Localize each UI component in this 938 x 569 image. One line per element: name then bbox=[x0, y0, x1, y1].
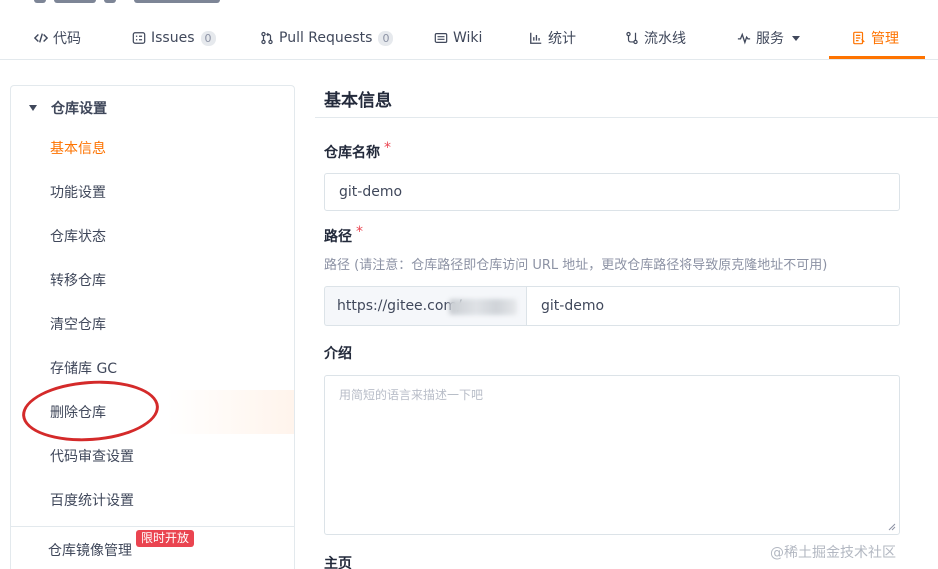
repo-name-input[interactable]: git-demo bbox=[324, 173, 900, 211]
sidebar-item-label: 存储库 GC bbox=[50, 361, 118, 377]
service-icon bbox=[736, 30, 752, 46]
sidebar-item-label: 仓库镜像管理 bbox=[48, 543, 132, 559]
sidebar-item-storage-gc[interactable]: 存储库 GC bbox=[11, 346, 294, 390]
sidebar-item-clear-repo[interactable]: 清空仓库 bbox=[11, 302, 294, 346]
repo-name-value: git-demo bbox=[339, 184, 403, 200]
tab-label: Issues bbox=[151, 30, 195, 46]
tab-label: Wiki bbox=[453, 30, 483, 46]
limited-open-badge: 限时开放 bbox=[136, 530, 195, 547]
tab-label: 流水线 bbox=[644, 31, 686, 47]
intro-textarea[interactable]: 用简短的语言来描述一下吧 bbox=[324, 375, 900, 535]
path-input[interactable]: git-demo bbox=[526, 286, 900, 326]
settings-sidebar: 仓库设置 基本信息 功能设置 仓库状态 转移仓库 清空仓库 存储库 GC 删除仓… bbox=[10, 85, 295, 569]
resize-grip-icon[interactable] bbox=[888, 523, 896, 531]
pipeline-icon bbox=[624, 30, 640, 46]
intro-label: 介绍 bbox=[324, 343, 352, 363]
sidebar-item-label: 转移仓库 bbox=[50, 273, 106, 289]
path-label: 路径 * bbox=[324, 224, 363, 246]
sidebar-group-repo-settings[interactable]: 仓库设置 bbox=[29, 98, 107, 118]
homepage-label-text: 主页 bbox=[324, 556, 352, 569]
title-divider bbox=[315, 117, 938, 118]
tab-service[interactable]: 服务 bbox=[736, 26, 800, 50]
repo-tab-bar: 代码 Issues 0 Pull Requests 0 Wiki 统计 流水线 bbox=[0, 0, 938, 60]
page-title: 基本信息 bbox=[324, 91, 392, 111]
path-prefix-text: https://gitee.com/ bbox=[337, 298, 462, 314]
repo-name-label: 仓库名称 * bbox=[324, 140, 391, 162]
watermark: @稀土掘金技术社区 bbox=[770, 545, 896, 561]
sidebar-item-feature-settings[interactable]: 功能设置 bbox=[11, 170, 294, 214]
active-tab-indicator bbox=[829, 56, 925, 59]
stats-icon bbox=[528, 30, 544, 46]
tab-label: Pull Requests bbox=[279, 30, 373, 46]
caret-down-icon bbox=[29, 105, 37, 111]
path-hint: 路径 (请注意：仓库路径即仓库访问 URL 地址，更改仓库路径将导致原克隆地址不… bbox=[324, 258, 828, 273]
tab-label: 统计 bbox=[548, 31, 576, 47]
tab-issues[interactable]: Issues 0 bbox=[131, 26, 216, 50]
pull-request-icon bbox=[259, 30, 275, 46]
intro-placeholder: 用简短的语言来描述一下吧 bbox=[339, 388, 484, 402]
path-label-text: 路径 bbox=[324, 229, 352, 245]
path-value: git-demo bbox=[541, 298, 605, 314]
tab-manage[interactable]: 管理 bbox=[851, 26, 899, 50]
sidebar-item-mirror-management[interactable]: 仓库镜像管理 bbox=[48, 538, 132, 562]
issues-icon bbox=[131, 30, 147, 46]
required-marker: * bbox=[356, 224, 363, 240]
intro-label-text: 介绍 bbox=[324, 346, 352, 362]
issues-count-badge: 0 bbox=[200, 30, 216, 46]
pull-requests-count-badge: 0 bbox=[378, 30, 394, 46]
sidebar-item-label: 清空仓库 bbox=[50, 317, 106, 333]
code-icon bbox=[33, 30, 49, 46]
tab-wiki[interactable]: Wiki bbox=[433, 26, 482, 50]
tab-code[interactable]: 代码 bbox=[33, 26, 81, 50]
wiki-icon bbox=[433, 30, 449, 46]
clipped-header-remnant bbox=[0, 0, 938, 8]
redacted-username bbox=[449, 299, 517, 315]
sidebar-item-label: 代码审查设置 bbox=[50, 449, 134, 465]
manage-icon bbox=[851, 30, 867, 46]
sidebar-item-baidu-stats-settings[interactable]: 百度统计设置 bbox=[11, 478, 294, 522]
sidebar-item-transfer-repo[interactable]: 转移仓库 bbox=[11, 258, 294, 302]
tab-pull-requests[interactable]: Pull Requests 0 bbox=[259, 26, 394, 50]
sidebar-group-label: 仓库设置 bbox=[51, 101, 107, 117]
sidebar-item-repo-status[interactable]: 仓库状态 bbox=[11, 214, 294, 258]
tab-label: 服务 bbox=[756, 31, 784, 47]
required-marker: * bbox=[384, 140, 391, 156]
tab-pipeline[interactable]: 流水线 bbox=[624, 26, 686, 50]
sidebar-item-label: 仓库状态 bbox=[50, 229, 106, 245]
sidebar-item-basic-info[interactable]: 基本信息 bbox=[11, 126, 294, 170]
sidebar-item-label: 基本信息 bbox=[50, 141, 106, 157]
sidebar-item-label: 百度统计设置 bbox=[50, 493, 134, 509]
tab-label: 管理 bbox=[871, 31, 899, 47]
path-prefix: https://gitee.com/ bbox=[324, 286, 526, 326]
sidebar-item-code-review-settings[interactable]: 代码审查设置 bbox=[11, 434, 294, 478]
sidebar-divider bbox=[11, 526, 294, 527]
repo-name-label-text: 仓库名称 bbox=[324, 145, 380, 161]
chevron-down-icon bbox=[792, 35, 800, 41]
homepage-label: 主页 bbox=[324, 553, 352, 569]
sidebar-item-label: 功能设置 bbox=[50, 185, 106, 201]
tab-stats[interactable]: 统计 bbox=[528, 26, 576, 50]
tab-label: 代码 bbox=[53, 31, 81, 47]
